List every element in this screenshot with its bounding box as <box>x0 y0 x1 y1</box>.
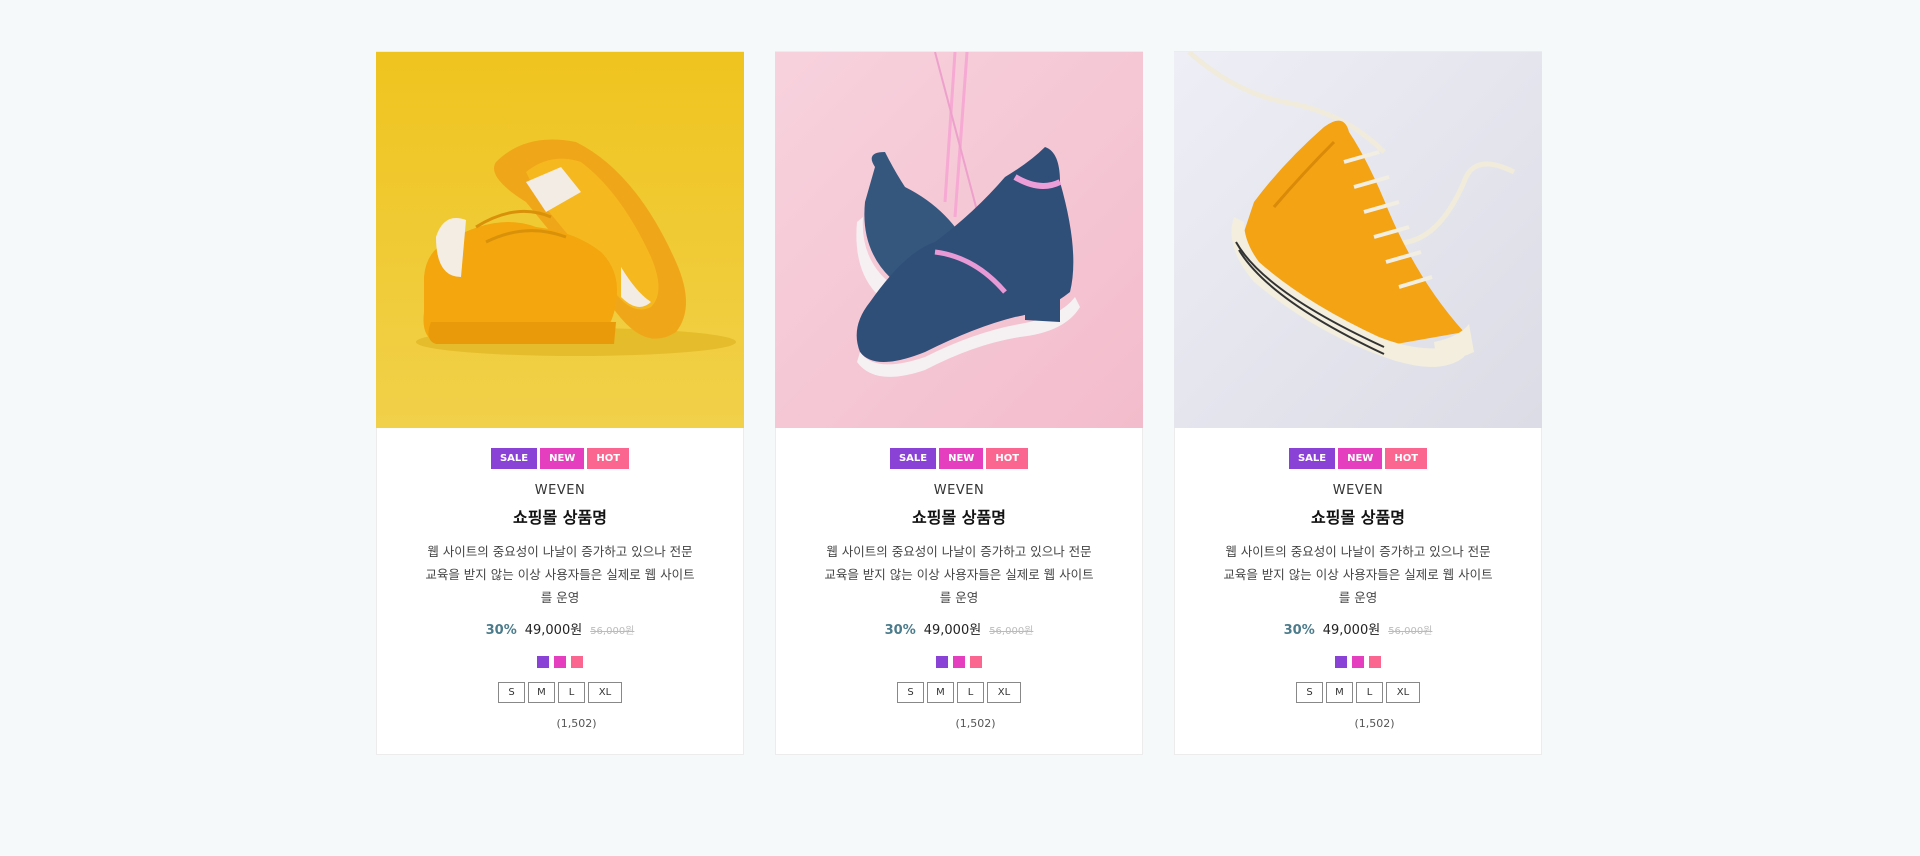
size-option-m[interactable]: M <box>528 682 555 703</box>
yellow-sneaker-image <box>376 52 744 428</box>
badge-group: SALE NEW HOT <box>490 448 630 469</box>
original-price: 56,000원 <box>989 626 1034 637</box>
size-option-s[interactable]: S <box>1296 682 1323 703</box>
product-description: 웹 사이트의 중요성이 나날이 증가하고 있으나 전문교육을 받지 않는 이상 … <box>425 544 695 605</box>
discount-rate: 30% <box>884 623 916 638</box>
sale-price: 49,000원 <box>923 623 982 638</box>
size-option-xl[interactable]: XL <box>588 682 622 703</box>
orange-hightop-image <box>1174 52 1542 428</box>
review-count: (1,502) <box>1354 717 1395 730</box>
color-swatch-pink[interactable] <box>970 656 982 668</box>
product-card[interactable]: SALE NEW HOT WEVEN 쇼핑몰 상품명 웹 사이트의 중요성이 나… <box>1174 51 1542 755</box>
product-description: 웹 사이트의 중요성이 나날이 증가하고 있으나 전문교육을 받지 않는 이상 … <box>1223 544 1493 605</box>
badge-group: SALE NEW HOT <box>889 448 1029 469</box>
size-option-m[interactable]: M <box>1326 682 1353 703</box>
price-row: 30% 49,000원 56,000원 <box>486 619 635 638</box>
size-options: S M L XL <box>897 682 1021 703</box>
product-image[interactable] <box>376 52 744 428</box>
review-count: (1,502) <box>955 717 996 730</box>
color-swatch-purple[interactable] <box>537 656 549 668</box>
size-option-xl[interactable]: XL <box>987 682 1021 703</box>
product-name[interactable]: 쇼핑몰 상품명 <box>912 504 1006 528</box>
discount-rate: 30% <box>485 623 517 638</box>
size-options: S M L XL <box>498 682 622 703</box>
sale-badge: SALE <box>889 448 937 469</box>
size-option-xl[interactable]: XL <box>1386 682 1420 703</box>
color-swatch-purple[interactable] <box>1335 656 1347 668</box>
sale-price: 49,000원 <box>524 623 583 638</box>
size-option-l[interactable]: L <box>1356 682 1383 703</box>
navy-pink-sneakers-image <box>775 52 1143 428</box>
size-option-m[interactable]: M <box>927 682 954 703</box>
color-swatch-magenta[interactable] <box>554 656 566 668</box>
new-badge: NEW <box>540 448 585 469</box>
product-card[interactable]: SALE NEW HOT WEVEN 쇼핑몰 상품명 웹 사이트의 중요성이 나… <box>376 51 744 755</box>
new-badge: NEW <box>939 448 984 469</box>
new-badge: NEW <box>1338 448 1383 469</box>
product-brand: WEVEN <box>933 483 985 498</box>
sale-badge: SALE <box>1288 448 1336 469</box>
product-name[interactable]: 쇼핑몰 상품명 <box>513 504 607 528</box>
size-option-s[interactable]: S <box>498 682 525 703</box>
product-description: 웹 사이트의 중요성이 나날이 증가하고 있으나 전문교육을 받지 않는 이상 … <box>824 544 1094 605</box>
color-swatches <box>537 656 583 668</box>
color-swatch-magenta[interactable] <box>953 656 965 668</box>
product-image[interactable] <box>775 52 1143 428</box>
original-price: 56,000원 <box>1388 626 1433 637</box>
review-count: (1,502) <box>556 717 597 730</box>
badge-group: SALE NEW HOT <box>1288 448 1428 469</box>
size-option-l[interactable]: L <box>957 682 984 703</box>
sale-price: 49,000원 <box>1322 623 1381 638</box>
color-swatch-purple[interactable] <box>936 656 948 668</box>
color-swatches <box>936 656 982 668</box>
product-grid: SALE NEW HOT WEVEN 쇼핑몰 상품명 웹 사이트의 중요성이 나… <box>376 51 1542 755</box>
product-name[interactable]: 쇼핑몰 상품명 <box>1311 504 1405 528</box>
color-swatches <box>1335 656 1381 668</box>
original-price: 56,000원 <box>590 626 635 637</box>
discount-rate: 30% <box>1283 623 1315 638</box>
size-options: S M L XL <box>1296 682 1420 703</box>
price-row: 30% 49,000원 56,000원 <box>1284 619 1433 638</box>
product-card[interactable]: SALE NEW HOT WEVEN 쇼핑몰 상품명 웹 사이트의 중요성이 나… <box>775 51 1143 755</box>
product-image[interactable] <box>1174 52 1542 428</box>
color-swatch-magenta[interactable] <box>1352 656 1364 668</box>
hot-badge: HOT <box>1385 448 1428 469</box>
color-swatch-pink[interactable] <box>571 656 583 668</box>
hot-badge: HOT <box>986 448 1029 469</box>
product-brand: WEVEN <box>534 483 586 498</box>
hot-badge: HOT <box>587 448 630 469</box>
size-option-s[interactable]: S <box>897 682 924 703</box>
size-option-l[interactable]: L <box>558 682 585 703</box>
color-swatch-pink[interactable] <box>1369 656 1381 668</box>
product-brand: WEVEN <box>1332 483 1384 498</box>
price-row: 30% 49,000원 56,000원 <box>885 619 1034 638</box>
sale-badge: SALE <box>490 448 538 469</box>
